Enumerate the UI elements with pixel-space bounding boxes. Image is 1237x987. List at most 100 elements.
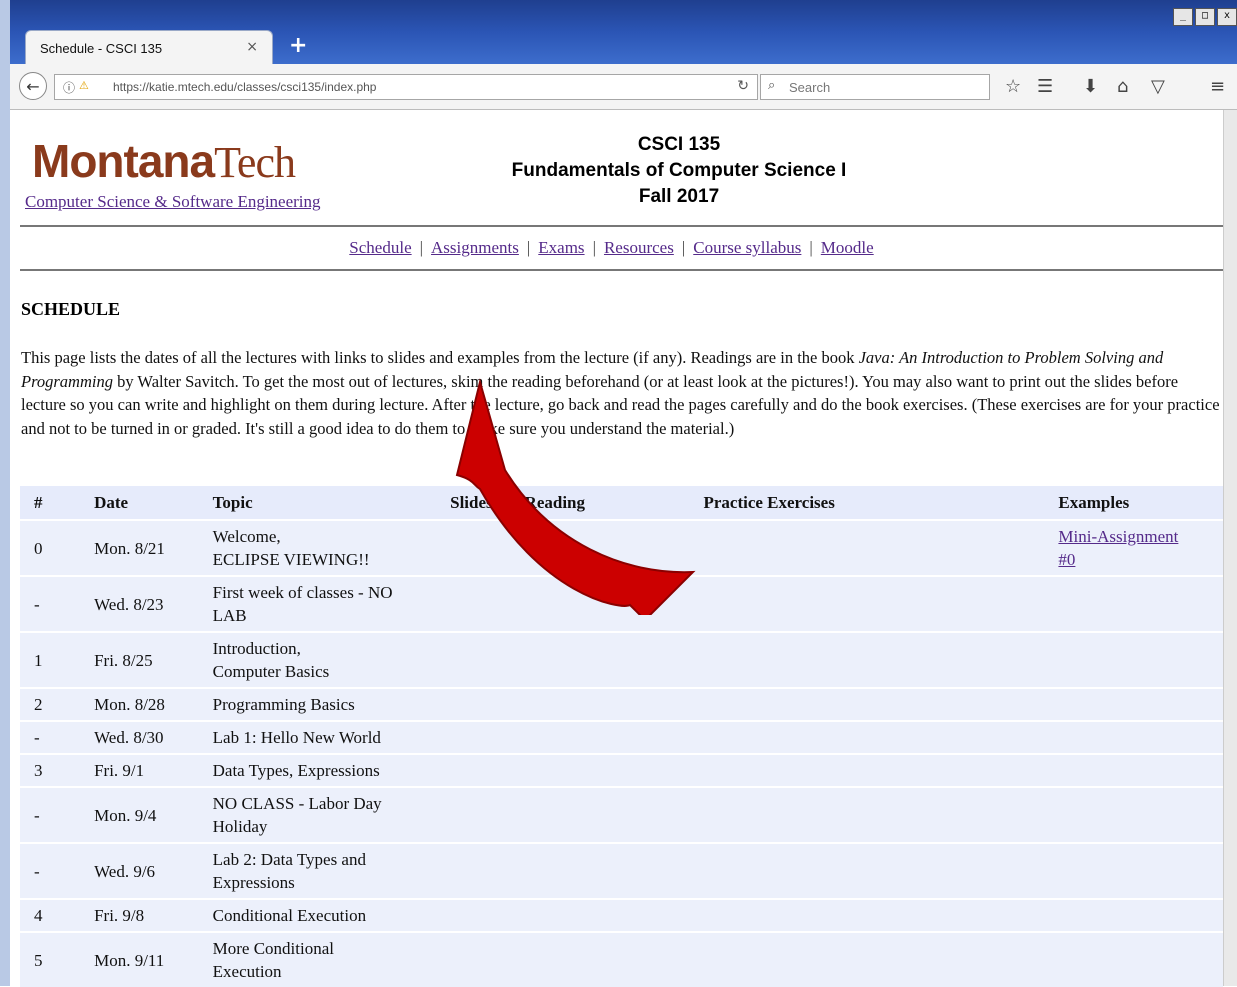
- nav-syllabus-link[interactable]: Course syllabus: [693, 238, 801, 257]
- pocket-icon[interactable]: ▽: [1151, 76, 1165, 97]
- cell-number: -: [20, 575, 95, 632]
- cell-topic: Welcome, ECLIPSE VIEWING!!: [212, 519, 451, 576]
- cell-slides: [450, 842, 525, 899]
- bookmark-star-icon[interactable]: ☆: [1005, 76, 1021, 97]
- cell-number: 5: [20, 931, 95, 987]
- cell-number: 4: [20, 898, 95, 932]
- window-left-edge: [0, 0, 10, 986]
- cell-practice: [703, 519, 1059, 576]
- security-warning-icon[interactable]: ⚠: [79, 79, 89, 92]
- cell-slides: [450, 898, 525, 932]
- cell-number-text: 1: [34, 650, 43, 670]
- table-row: 5 Mon. 9/11 More Conditional Execution: [20, 931, 1223, 987]
- cell-topic-text: Lab 2: Data Types and Expressions: [212, 850, 366, 892]
- arrow-shape: [455, 378, 696, 615]
- cell-reading: [524, 842, 704, 899]
- search-icon: ⌕: [768, 78, 776, 93]
- table-row: 3 Fri. 9/1 Data Types, Expressions: [20, 753, 1223, 787]
- cell-reading: [524, 687, 704, 721]
- info-icon[interactable]: ⓘ: [63, 79, 75, 96]
- cell-date: Fri. 8/25: [94, 631, 213, 688]
- maximize-button[interactable]: □: [1195, 8, 1215, 26]
- cell-topic: More Conditional Execution: [212, 931, 451, 987]
- cell-slides: [450, 687, 525, 721]
- cell-reading: [524, 931, 704, 987]
- window-controls: _ □ x: [1171, 8, 1237, 26]
- cell-number-text: -: [34, 728, 40, 747]
- col-header-topic: Topic: [212, 486, 451, 521]
- course-nav: Schedule | Assignments | Exams | Resources | Cou…: [10, 238, 1213, 258]
- cell-examples: [1058, 931, 1223, 987]
- nav-separator: |: [526, 238, 531, 257]
- nav-assignments-link[interactable]: Assignments: [431, 238, 519, 257]
- col-header-practice: Practice Exercises: [703, 486, 1059, 521]
- divider-bottom: [20, 269, 1223, 271]
- red-arrow-annotation: [455, 378, 696, 615]
- cell-number: 0: [20, 519, 95, 576]
- cell-date-text: Fri. 9/1: [94, 761, 145, 780]
- nav-resources-link[interactable]: Resources: [604, 238, 674, 257]
- cell-date: Mon. 9/11: [94, 931, 213, 987]
- table-row: 2 Mon. 8/28 Programming Basics: [20, 687, 1223, 721]
- cell-practice: [703, 631, 1059, 688]
- cell-date: Wed. 8/30: [94, 720, 213, 754]
- bookmarks-list-icon[interactable]: ☰: [1037, 76, 1053, 97]
- nav-schedule-link[interactable]: Schedule: [349, 238, 411, 257]
- url-bar[interactable]: ⓘ ⚠ https://katie.mtech.edu/classes/csci…: [54, 74, 758, 100]
- cell-number-text: 5: [34, 950, 43, 970]
- nav-moodle-link[interactable]: Moodle: [821, 238, 874, 257]
- col-header-number: #: [20, 486, 95, 521]
- page-scrollbar[interactable]: [1223, 110, 1237, 986]
- cell-number: -: [20, 720, 95, 754]
- cell-topic-text: More Conditional Execution: [212, 939, 334, 981]
- url-text[interactable]: https://katie.mtech.edu/classes/csci135/…: [113, 80, 376, 94]
- cell-date-text: Wed. 8/30: [94, 728, 164, 747]
- cell-date-text: Mon. 8/28: [94, 695, 165, 714]
- nav-exams-link[interactable]: Exams: [538, 238, 584, 257]
- cell-examples: [1058, 720, 1223, 754]
- cell-topic: Introduction, Computer Basics: [212, 631, 451, 688]
- reload-icon[interactable]: ↻: [737, 78, 749, 94]
- back-arrow-icon[interactable]: ←: [19, 72, 47, 100]
- cell-date: Mon. 8/28: [94, 687, 213, 721]
- table-row: - Mon. 9/4 NO CLASS - Labor Day Holiday: [20, 786, 1223, 843]
- cell-topic: Lab 2: Data Types and Expressions: [212, 842, 451, 899]
- cell-reading: [524, 786, 704, 843]
- table-row: - Wed. 9/6 Lab 2: Data Types and Expression…: [20, 842, 1223, 899]
- cell-examples: [1058, 898, 1223, 932]
- home-icon[interactable]: ⌂: [1117, 76, 1128, 97]
- cell-date-text: Fri. 8/25: [94, 650, 153, 670]
- tab-close-icon[interactable]: ×: [246, 39, 258, 55]
- cell-date: Fri. 9/1: [94, 753, 213, 787]
- cell-number: -: [20, 786, 95, 843]
- course-term: Fall 2017: [638, 186, 720, 207]
- close-window-button[interactable]: x: [1217, 8, 1237, 26]
- new-tab-icon[interactable]: +: [289, 33, 307, 58]
- cell-examples: Mini-Assignment #0: [1058, 519, 1223, 576]
- cell-number: 2: [20, 687, 95, 721]
- cell-topic: Programming Basics: [212, 687, 451, 721]
- cell-practice: [703, 720, 1059, 754]
- montana-tech-logo: MontanaTech: [32, 135, 296, 187]
- cell-date: Fri. 9/8: [94, 898, 213, 932]
- cell-number: 1: [20, 631, 95, 688]
- cell-topic-text: NO CLASS - Labor Day Holiday: [212, 794, 382, 836]
- download-icon[interactable]: ⬇: [1083, 76, 1098, 97]
- cell-slides: [450, 753, 525, 787]
- cell-topic-text: Welcome, ECLIPSE VIEWING!!: [212, 527, 370, 569]
- minimize-button[interactable]: _: [1173, 8, 1193, 26]
- course-name: Fundamentals of Computer Science I: [511, 160, 847, 181]
- col-header-date: Date: [94, 486, 213, 521]
- table-row: - Wed. 8/30 Lab 1: Hello New World: [20, 720, 1223, 754]
- menu-icon[interactable]: ≡: [1210, 76, 1225, 97]
- cell-topic-text: Data Types, Expressions: [212, 761, 380, 780]
- cell-date-text: Wed. 8/23: [94, 594, 164, 614]
- cell-number-text: -: [34, 594, 40, 614]
- cell-number-text: 0: [34, 538, 43, 558]
- example-link[interactable]: Mini-Assignment #0: [1058, 527, 1178, 569]
- cell-topic: Data Types, Expressions: [212, 753, 451, 787]
- cell-slides: [450, 786, 525, 843]
- browser-tab[interactable]: Schedule - CSCI 135 ×: [25, 30, 273, 65]
- department-link[interactable]: Computer Science & Software Engineering: [25, 192, 321, 212]
- search-input[interactable]: ⌕ Search: [760, 74, 990, 100]
